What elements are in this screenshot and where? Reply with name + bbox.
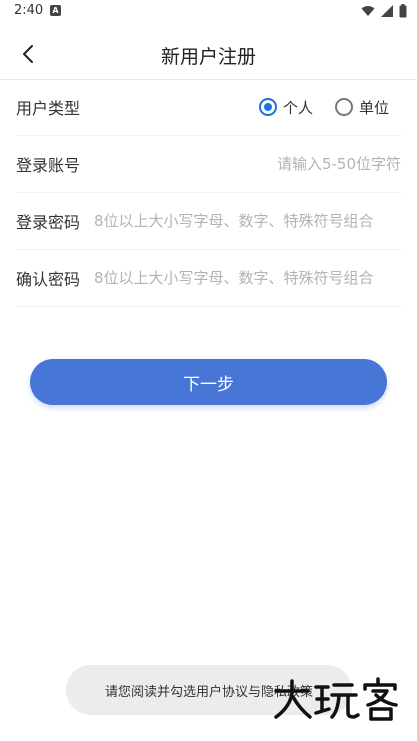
signal-icon: [381, 5, 393, 17]
radio-personal-label: 个人: [282, 98, 313, 117]
password-row: 登录密码: [16, 193, 401, 250]
status-time: 2:40: [14, 3, 44, 18]
page-title: 新用户注册: [160, 46, 256, 68]
user-type-row: 用户类型 个人 单位: [16, 79, 401, 136]
radio-personal[interactable]: 个人: [258, 97, 313, 118]
radio-organization-label: 单位: [358, 98, 389, 117]
password-input[interactable]: [94, 212, 401, 230]
user-type-label: 用户类型: [16, 99, 81, 118]
confirm-password-label: 确认密码: [16, 270, 81, 289]
radio-unchecked-icon: [334, 98, 353, 116]
registration-form: 用户类型 个人 单位 登录账号 登录密码 确认密码: [16, 79, 401, 307]
status-icons: [361, 4, 407, 18]
confirm-password-row: 确认密码: [16, 250, 401, 307]
next-button[interactable]: 下一步: [30, 359, 387, 405]
watermark-logo: [274, 677, 398, 721]
account-row: 登录账号: [16, 136, 401, 193]
password-label: 登录密码: [16, 213, 81, 232]
account-input[interactable]: [94, 155, 401, 173]
notification-icon: A: [50, 5, 61, 16]
account-label: 登录账号: [16, 156, 81, 175]
app-header: 新用户注册: [0, 24, 417, 80]
battery-icon: [399, 4, 407, 18]
confirm-password-input[interactable]: [94, 269, 401, 287]
status-bar: 2:40 A: [0, 0, 417, 24]
radio-checked-icon: [258, 98, 277, 116]
user-type-radio-group: 个人 单位: [258, 97, 401, 118]
wifi-icon: [361, 6, 375, 16]
radio-organization[interactable]: 单位: [334, 97, 389, 118]
